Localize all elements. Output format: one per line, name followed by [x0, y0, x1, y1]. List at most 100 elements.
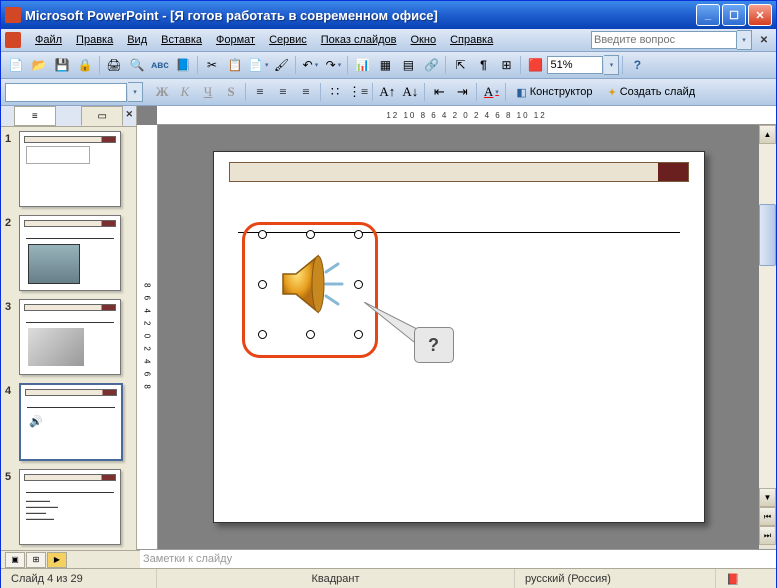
horizontal-ruler[interactable]: 12 10 8 6 4 2 0 2 4 6 8 10 12 [157, 106, 776, 125]
vertical-ruler[interactable]: 8 6 4 2 0 2 4 6 8 [137, 125, 158, 549]
selection-handle[interactable] [306, 330, 315, 339]
italic-button[interactable]: К [174, 81, 196, 103]
show-formatting-button[interactable]: ¶ [472, 54, 494, 76]
font-family-dropdown[interactable]: ▾ [128, 82, 143, 102]
grid-button[interactable]: ⊞ [495, 54, 517, 76]
menu-slideshow[interactable]: Показ слайдов [315, 32, 403, 48]
menu-window[interactable]: Окно [405, 32, 443, 48]
next-slide-button[interactable]: ⏭ [759, 526, 776, 545]
standard-toolbar: 📄 📂 💾 🔒 🖨 🔍 ᴀʙᴄ 📘 ✂ 📋 📄▾ 🖌 ↶▾ ↷▾ 📊 ▦ ▤ 🔗… [1, 52, 776, 79]
selection-handle[interactable] [354, 280, 363, 289]
align-center-button[interactable]: ≡ [272, 81, 294, 103]
pane-close-button[interactable]: ✕ [125, 109, 133, 120]
undo-button[interactable]: ↶▾ [299, 54, 321, 76]
status-layout: Квадрант [157, 569, 515, 588]
increase-font-button[interactable]: A↑ [376, 81, 398, 103]
sorter-view-button[interactable]: ⊞ [26, 552, 46, 568]
underline-button[interactable]: Ч [197, 81, 219, 103]
shadow-button[interactable]: S [220, 81, 242, 103]
selection-handle[interactable] [258, 280, 267, 289]
menu-file[interactable]: Файл [29, 32, 68, 48]
notes-pane[interactable]: Заметки к слайду [137, 549, 776, 568]
scroll-up-button[interactable]: ▲ [759, 125, 776, 144]
new-slide-button[interactable]: ✦Создать слайд [600, 81, 702, 103]
thumb-number: 4 [5, 383, 15, 397]
menu-view[interactable]: Вид [121, 32, 153, 48]
decrease-font-button[interactable]: A↓ [399, 81, 421, 103]
help-search-input[interactable] [591, 31, 737, 49]
slides-tab[interactable]: ▭ [81, 106, 123, 126]
menu-tools[interactable]: Сервис [263, 32, 313, 48]
scroll-down-button[interactable]: ▼ [759, 488, 776, 507]
chart-button[interactable]: 📊 [351, 54, 373, 76]
color-button[interactable]: 🟥 [524, 54, 546, 76]
outline-tab[interactable]: ≡ [14, 106, 56, 126]
designer-button[interactable]: ◧Конструктор [509, 81, 599, 103]
menu-format[interactable]: Формат [210, 32, 261, 48]
save-button[interactable]: 💾 [51, 54, 73, 76]
doc-close-button[interactable]: ✕ [756, 32, 772, 48]
slideshow-view-button[interactable]: ▶ [47, 552, 67, 568]
menu-help[interactable]: Справка [444, 32, 499, 48]
app-icon [5, 7, 21, 23]
tables-borders-button[interactable]: ▤ [397, 54, 419, 76]
slide-thumbnail[interactable] [19, 131, 121, 207]
outline-pane: ≡ ▭ ✕ 1 2 3 4🔊 5▬▬▬▬▬▬▬▬▬▬▬▬▬▬▬▬▬▬▬▬▬▬▬▬… [1, 106, 137, 568]
vertical-scrollbar[interactable]: ▲ ▼ ⏮ ⏭ [759, 125, 776, 549]
paste-button[interactable]: 📄▾ [247, 54, 269, 76]
open-button[interactable]: 📂 [28, 54, 50, 76]
hyperlink-button[interactable]: 🔗 [420, 54, 442, 76]
callout-box[interactable]: ? [414, 327, 454, 363]
maximize-button[interactable]: ☐ [722, 4, 746, 26]
expand-button[interactable]: ⇱ [449, 54, 471, 76]
new-button[interactable]: 📄 [5, 54, 27, 76]
spellcheck-button[interactable]: ᴀʙᴄ [149, 54, 171, 76]
menu-insert[interactable]: Вставка [155, 32, 208, 48]
research-button[interactable]: 📘 [172, 54, 194, 76]
numbering-button[interactable]: ∷ [324, 81, 346, 103]
status-indicator-icon[interactable]: 📕 [716, 569, 776, 588]
decrease-indent-button[interactable]: ⇤ [428, 81, 450, 103]
redo-button[interactable]: ↷▾ [322, 54, 344, 76]
doc-icon[interactable] [5, 32, 21, 48]
bold-button[interactable]: Ж [151, 81, 173, 103]
selection-handle[interactable] [354, 330, 363, 339]
zoom-dropdown[interactable]: ▾ [604, 55, 619, 75]
align-left-button[interactable]: ≡ [249, 81, 271, 103]
selection-handle[interactable] [258, 330, 267, 339]
sound-object-icon[interactable] [268, 244, 348, 324]
slide-thumbnail[interactable]: 🔊 [19, 383, 123, 461]
increase-indent-button[interactable]: ⇥ [451, 81, 473, 103]
preview-button[interactable]: 🔍 [126, 54, 148, 76]
slide-thumbnail[interactable]: ▬▬▬▬▬▬▬▬▬▬▬▬▬▬▬▬▬▬▬▬▬▬▬▬▬▬ [19, 469, 121, 545]
cut-button[interactable]: ✂ [201, 54, 223, 76]
selection-handle[interactable] [258, 230, 267, 239]
menu-edit[interactable]: Правка [70, 32, 119, 48]
minimize-button[interactable]: _ [696, 4, 720, 26]
thumb-number: 3 [5, 299, 15, 313]
help-button[interactable]: ? [626, 54, 648, 76]
slide-thumbnail[interactable] [19, 299, 121, 375]
print-button[interactable]: 🖨 [103, 54, 125, 76]
normal-view-button[interactable]: ▣ [5, 552, 25, 568]
status-language[interactable]: русский (Россия) [515, 569, 716, 588]
prev-slide-button[interactable]: ⏮ [759, 507, 776, 526]
zoom-combo[interactable]: 51% [547, 56, 603, 74]
font-color-button[interactable]: A▾ [480, 81, 502, 103]
slide-editor: 12 10 8 6 4 2 0 2 4 6 8 10 12 8 6 4 2 0 … [137, 106, 776, 568]
font-family-combo[interactable] [5, 83, 127, 102]
permission-button[interactable]: 🔒 [74, 54, 96, 76]
selection-handle[interactable] [354, 230, 363, 239]
slide-thumbnail[interactable] [19, 215, 121, 291]
slide-canvas[interactable]: ? [158, 125, 759, 549]
close-button[interactable]: ✕ [748, 4, 772, 26]
help-search-dropdown[interactable]: ▾ [737, 30, 752, 50]
format-painter-button[interactable]: 🖌 [270, 54, 292, 76]
table-button[interactable]: ▦ [374, 54, 396, 76]
current-slide[interactable]: ? [213, 151, 705, 523]
copy-button[interactable]: 📋 [224, 54, 246, 76]
bullets-button[interactable]: ⋮≡ [347, 81, 369, 103]
scroll-thumb[interactable] [759, 204, 776, 266]
align-right-button[interactable]: ≡ [295, 81, 317, 103]
selection-handle[interactable] [306, 230, 315, 239]
